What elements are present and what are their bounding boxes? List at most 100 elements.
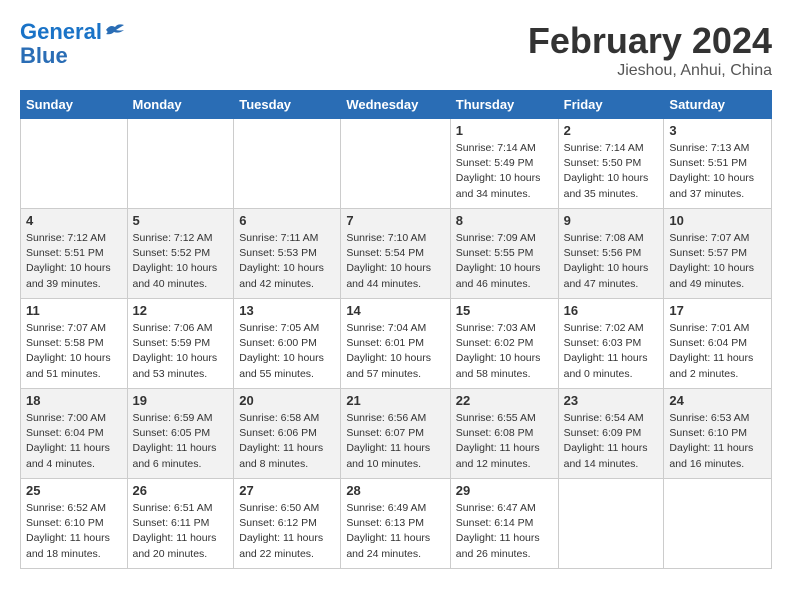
calendar-cell-w4d1: 26 Sunrise: 6:51 AM Sunset: 6:11 PM Dayli…: [127, 479, 234, 569]
day-info: Sunrise: 7:11 AM Sunset: 5:53 PM Dayligh…: [239, 231, 335, 292]
day-info: Sunrise: 6:58 AM Sunset: 6:06 PM Dayligh…: [239, 411, 335, 472]
logo: General Blue: [20, 20, 126, 68]
day-number: 17: [669, 303, 766, 318]
page-header: General Blue February 2024 Jieshou, Anhu…: [20, 20, 772, 80]
day-number: 8: [456, 213, 553, 228]
day-info: Sunrise: 6:47 AM Sunset: 6:14 PM Dayligh…: [456, 501, 553, 562]
weekday-header-tuesday: Tuesday: [234, 91, 341, 119]
day-info: Sunrise: 6:53 AM Sunset: 6:10 PM Dayligh…: [669, 411, 766, 472]
day-number: 4: [26, 213, 122, 228]
day-number: 3: [669, 123, 766, 138]
day-number: 19: [133, 393, 229, 408]
day-number: 2: [564, 123, 659, 138]
calendar-cell-w0d5: 2 Sunrise: 7:14 AM Sunset: 5:50 PM Daylig…: [558, 119, 664, 209]
day-info: Sunrise: 7:14 AM Sunset: 5:49 PM Dayligh…: [456, 141, 553, 202]
day-number: 29: [456, 483, 553, 498]
calendar-cell-w3d6: 24 Sunrise: 6:53 AM Sunset: 6:10 PM Dayli…: [664, 389, 772, 479]
calendar-cell-w0d2: [234, 119, 341, 209]
day-number: 5: [133, 213, 229, 228]
day-info: Sunrise: 6:59 AM Sunset: 6:05 PM Dayligh…: [133, 411, 229, 472]
day-info: Sunrise: 7:14 AM Sunset: 5:50 PM Dayligh…: [564, 141, 659, 202]
weekday-header-thursday: Thursday: [450, 91, 558, 119]
day-number: 28: [346, 483, 444, 498]
calendar-cell-w4d2: 27Sunrise: 6:50 AM Sunset: 6:12 PM Dayli…: [234, 479, 341, 569]
day-number: 14: [346, 303, 444, 318]
title-block: February 2024 Jieshou, Anhui, China: [528, 20, 772, 80]
day-number: 12: [133, 303, 229, 318]
calendar-cell-w1d2: 6 Sunrise: 7:11 AM Sunset: 5:53 PM Daylig…: [234, 209, 341, 299]
day-info: Sunrise: 7:00 AM Sunset: 6:04 PM Dayligh…: [26, 411, 122, 472]
day-info: Sunrise: 7:01 AM Sunset: 6:04 PM Dayligh…: [669, 321, 766, 382]
day-number: 15: [456, 303, 553, 318]
day-info: Sunrise: 7:07 AM Sunset: 5:58 PM Dayligh…: [26, 321, 122, 382]
logo-general: General: [20, 19, 102, 44]
day-info: Sunrise: 7:09 AM Sunset: 5:55 PM Dayligh…: [456, 231, 553, 292]
calendar-cell-w4d0: 25 Sunrise: 6:52 AM Sunset: 6:10 PM Dayli…: [21, 479, 128, 569]
day-info: Sunrise: 7:08 AM Sunset: 5:56 PM Dayligh…: [564, 231, 659, 292]
calendar-cell-w1d6: 10 Sunrise: 7:07 AM Sunset: 5:57 PM Dayli…: [664, 209, 772, 299]
weekday-header-wednesday: Wednesday: [341, 91, 450, 119]
calendar-cell-w3d3: 21 Sunrise: 6:56 AM Sunset: 6:07 PM Dayli…: [341, 389, 450, 479]
day-info: Sunrise: 6:56 AM Sunset: 6:07 PM Dayligh…: [346, 411, 444, 472]
day-number: 13: [239, 303, 335, 318]
day-number: 27: [239, 483, 335, 498]
day-number: 7: [346, 213, 444, 228]
calendar-cell-w4d3: 28 Sunrise: 6:49 AM Sunset: 6:13 PM Dayli…: [341, 479, 450, 569]
calendar-cell-w2d2: 13 Sunrise: 7:05 AM Sunset: 6:00 PM Dayli…: [234, 299, 341, 389]
weekday-header-friday: Friday: [558, 91, 664, 119]
day-number: 6: [239, 213, 335, 228]
weekday-header-monday: Monday: [127, 91, 234, 119]
weekday-header-saturday: Saturday: [664, 91, 772, 119]
day-info: Sunrise: 7:10 AM Sunset: 5:54 PM Dayligh…: [346, 231, 444, 292]
day-number: 23: [564, 393, 659, 408]
day-info: Sunrise: 7:13 AM Sunset: 5:51 PM Dayligh…: [669, 141, 766, 202]
day-number: 10: [669, 213, 766, 228]
day-info: Sunrise: 6:52 AM Sunset: 6:10 PM Dayligh…: [26, 501, 122, 562]
calendar-cell-w2d0: 11Sunrise: 7:07 AM Sunset: 5:58 PM Dayli…: [21, 299, 128, 389]
logo-bird-icon: [104, 22, 126, 38]
calendar-cell-w1d1: 5 Sunrise: 7:12 AM Sunset: 5:52 PM Daylig…: [127, 209, 234, 299]
calendar-cell-w2d1: 12 Sunrise: 7:06 AM Sunset: 5:59 PM Dayli…: [127, 299, 234, 389]
weekday-header-sunday: Sunday: [21, 91, 128, 119]
calendar-cell-w4d6: [664, 479, 772, 569]
calendar-cell-w0d3: [341, 119, 450, 209]
calendar-cell-w3d4: 22 Sunrise: 6:55 AM Sunset: 6:08 PM Dayli…: [450, 389, 558, 479]
calendar-table: SundayMondayTuesdayWednesdayThursdayFrid…: [20, 90, 772, 569]
day-info: Sunrise: 7:02 AM Sunset: 6:03 PM Dayligh…: [564, 321, 659, 382]
calendar-cell-w2d5: 16Sunrise: 7:02 AM Sunset: 6:03 PM Dayli…: [558, 299, 664, 389]
day-info: Sunrise: 7:06 AM Sunset: 5:59 PM Dayligh…: [133, 321, 229, 382]
day-info: Sunrise: 7:07 AM Sunset: 5:57 PM Dayligh…: [669, 231, 766, 292]
calendar-cell-w4d4: 29 Sunrise: 6:47 AM Sunset: 6:14 PM Dayli…: [450, 479, 558, 569]
day-info: Sunrise: 6:49 AM Sunset: 6:13 PM Dayligh…: [346, 501, 444, 562]
day-number: 26: [133, 483, 229, 498]
calendar-cell-w2d3: 14 Sunrise: 7:04 AM Sunset: 6:01 PM Dayli…: [341, 299, 450, 389]
day-info: Sunrise: 7:05 AM Sunset: 6:00 PM Dayligh…: [239, 321, 335, 382]
day-number: 25: [26, 483, 122, 498]
day-info: Sunrise: 6:51 AM Sunset: 6:11 PM Dayligh…: [133, 501, 229, 562]
day-number: 24: [669, 393, 766, 408]
calendar-cell-w3d0: 18 Sunrise: 7:00 AM Sunset: 6:04 PM Dayli…: [21, 389, 128, 479]
day-number: 21: [346, 393, 444, 408]
day-number: 1: [456, 123, 553, 138]
day-info: Sunrise: 7:04 AM Sunset: 6:01 PM Dayligh…: [346, 321, 444, 382]
calendar-cell-w1d0: 4Sunrise: 7:12 AM Sunset: 5:51 PM Daylig…: [21, 209, 128, 299]
calendar-cell-w1d4: 8 Sunrise: 7:09 AM Sunset: 5:55 PM Daylig…: [450, 209, 558, 299]
logo-blue: Blue: [20, 44, 68, 68]
calendar-cell-w2d4: 15 Sunrise: 7:03 AM Sunset: 6:02 PM Dayli…: [450, 299, 558, 389]
day-info: Sunrise: 6:55 AM Sunset: 6:08 PM Dayligh…: [456, 411, 553, 472]
calendar-cell-w1d5: 9Sunrise: 7:08 AM Sunset: 5:56 PM Daylig…: [558, 209, 664, 299]
calendar-cell-w3d1: 19 Sunrise: 6:59 AM Sunset: 6:05 PM Dayli…: [127, 389, 234, 479]
day-number: 18: [26, 393, 122, 408]
month-title: February 2024: [528, 20, 772, 62]
calendar-cell-w3d2: 20Sunrise: 6:58 AM Sunset: 6:06 PM Dayli…: [234, 389, 341, 479]
calendar-cell-w2d6: 17 Sunrise: 7:01 AM Sunset: 6:04 PM Dayli…: [664, 299, 772, 389]
day-info: Sunrise: 7:03 AM Sunset: 6:02 PM Dayligh…: [456, 321, 553, 382]
day-info: Sunrise: 6:54 AM Sunset: 6:09 PM Dayligh…: [564, 411, 659, 472]
calendar-cell-w1d3: 7 Sunrise: 7:10 AM Sunset: 5:54 PM Daylig…: [341, 209, 450, 299]
calendar-cell-w4d5: [558, 479, 664, 569]
calendar-cell-w0d6: 3 Sunrise: 7:13 AM Sunset: 5:51 PM Daylig…: [664, 119, 772, 209]
day-number: 22: [456, 393, 553, 408]
day-info: Sunrise: 7:12 AM Sunset: 5:52 PM Dayligh…: [133, 231, 229, 292]
location: Jieshou, Anhui, China: [528, 62, 772, 80]
calendar-cell-w0d4: 1 Sunrise: 7:14 AM Sunset: 5:49 PM Daylig…: [450, 119, 558, 209]
